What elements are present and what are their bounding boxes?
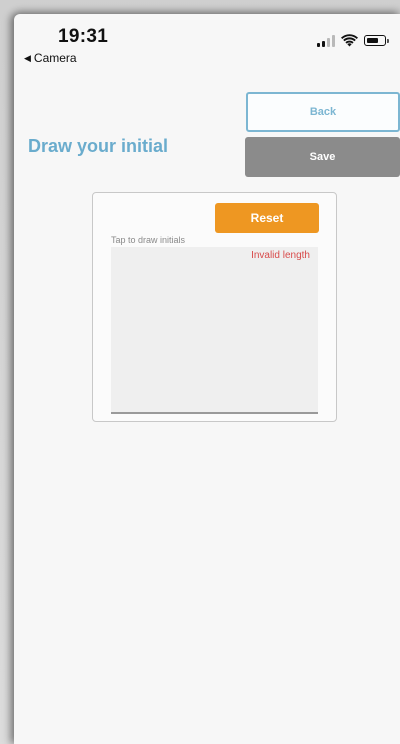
back-to-camera-link[interactable]: ◀ Camera: [24, 51, 77, 65]
save-button[interactable]: Save: [245, 137, 400, 177]
battery-icon: [364, 35, 389, 46]
draw-hint: Tap to draw initials: [111, 235, 186, 245]
back-app-label: Camera: [33, 51, 77, 65]
validation-error: Invalid length: [251, 250, 310, 261]
status-time: 19:31: [58, 26, 109, 47]
wifi-icon: [341, 34, 358, 47]
initials-card: Reset Tap to draw initials Invalid lengt…: [92, 192, 337, 422]
initials-drawing-pad[interactable]: Invalid length: [111, 247, 318, 414]
signal-icon: [317, 34, 335, 47]
back-button[interactable]: Back: [246, 92, 400, 132]
phone-screen: 19:31 ◀ Camera Draw your initial Back Sa…: [14, 14, 400, 744]
page-title: Draw your initial: [28, 136, 169, 156]
screenshot-frame: 19:31 ◀ Camera Draw your initial Back Sa…: [0, 0, 400, 744]
reset-button[interactable]: Reset: [215, 203, 319, 233]
status-icons: [317, 34, 389, 47]
back-arrow-icon: ◀: [24, 52, 31, 63]
